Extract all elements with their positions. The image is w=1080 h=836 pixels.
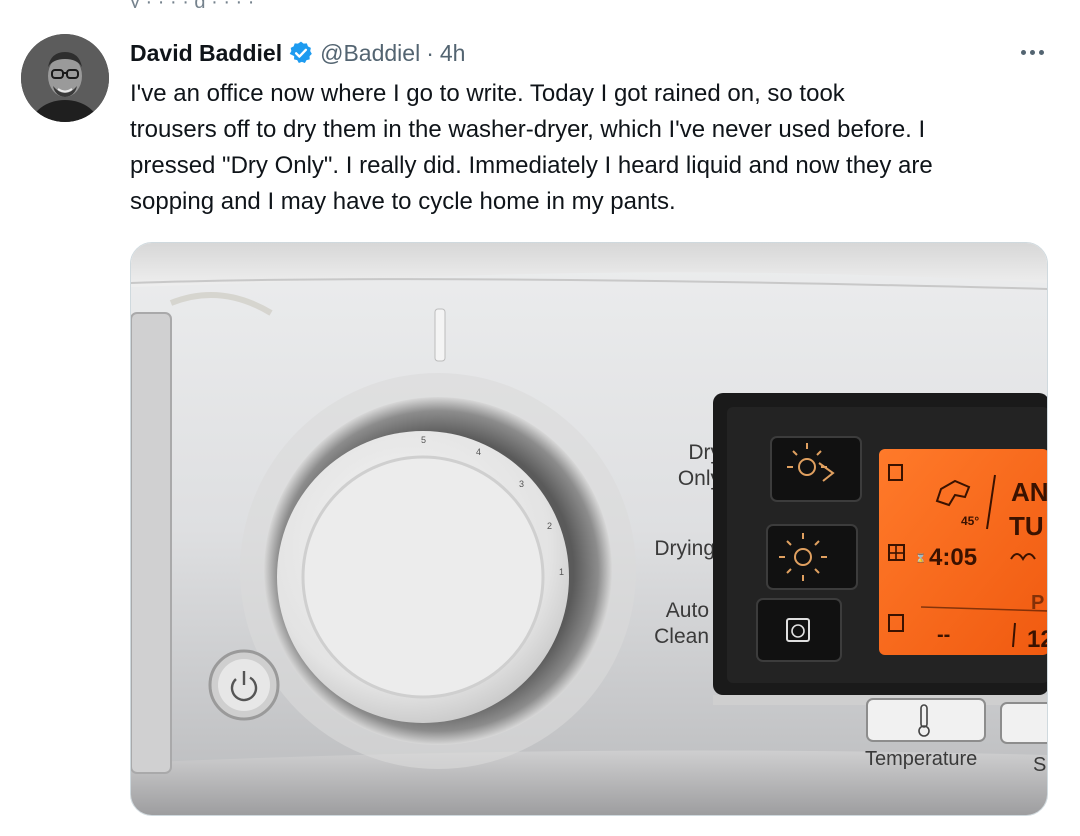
auto-clean-label: Auto (666, 599, 709, 622)
drying-button (766, 524, 858, 590)
tweet-timestamp[interactable]: 4h (440, 40, 466, 67)
drying-label: Drying (654, 537, 715, 560)
svg-text:5: 5 (421, 435, 426, 445)
svg-text:3: 3 (519, 479, 524, 489)
lcd-temp-badge: 45° (961, 514, 979, 528)
author-avatar[interactable] (21, 34, 109, 122)
svg-text:2: 2 (547, 521, 552, 531)
svg-text:4: 4 (476, 447, 481, 457)
lcd-dashes: -- (937, 624, 950, 646)
tweet-text-line: sopping and I may have to cycle home in … (130, 188, 676, 215)
lcd-time: 4:05 (929, 544, 977, 571)
more-options-icon[interactable] (1012, 38, 1052, 66)
author-name[interactable]: David Baddiel (130, 40, 282, 67)
svg-text:12: 12 (1027, 626, 1048, 653)
temperature-button (866, 698, 986, 742)
lcd-hourglass-icon: ⌛ (915, 552, 926, 563)
tweet-text-line: pressed "Dry Only". I really did. Immedi… (130, 152, 933, 179)
lcd-text: AN (1011, 477, 1048, 507)
washer-dryer-photo: 5 4 3 2 1 Dry Only Drying Auto Clean 45°… (131, 243, 1048, 815)
author-handle[interactable]: @Baddiel (320, 40, 420, 67)
tweet-header: David Baddiel @Baddiel · 4h (130, 36, 465, 70)
tweet-text-line: trousers off to dry them in the washer-d… (130, 116, 926, 143)
verified-badge-icon[interactable] (288, 40, 314, 66)
tweet-text: I've an office now where I go to write. … (130, 76, 1050, 220)
cut-off-label: S (1033, 754, 1046, 776)
previous-tweet-fragment: y · · · · g · · · · (130, 0, 390, 8)
auto-clean-button (756, 598, 842, 662)
tweet-text-line: I've an office now where I go to write. … (130, 80, 845, 107)
avatar-photo-icon (21, 34, 109, 122)
lcd-display: 45° AN TU ⌛ 4:05 P -- 12 (879, 449, 1048, 655)
auto-clean-label: Clean (654, 625, 709, 648)
dry-only-button (770, 436, 862, 502)
separator-dot: · (426, 39, 434, 66)
lcd-text: TU (1009, 511, 1044, 541)
tweet-media-photo[interactable]: 5 4 3 2 1 Dry Only Drying Auto Clean 45°… (130, 242, 1048, 816)
temperature-label: Temperature (865, 748, 977, 770)
svg-text:1: 1 (559, 567, 564, 577)
